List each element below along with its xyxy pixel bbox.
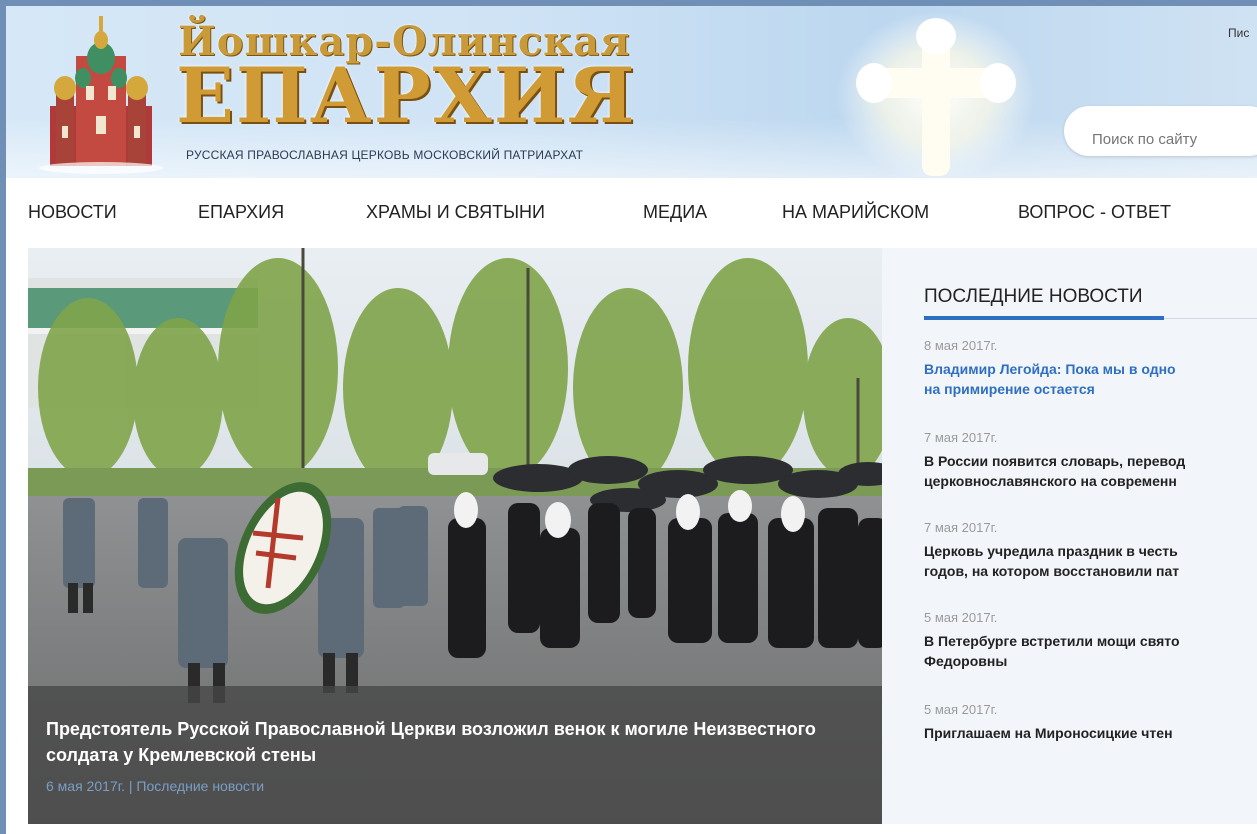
featured-caption: Предстоятель Русской Православной Церкви… — [28, 686, 882, 824]
news-title[interactable]: Владимир Легойда: Пока мы в одно на прим… — [924, 359, 1257, 399]
glowing-cross-icon — [836, 11, 1036, 178]
nav-item-diocese[interactable]: ЕПАРХИЯ — [198, 202, 284, 223]
news-date: 7 мая 2017г. — [924, 520, 998, 535]
site-header: Йошкар-Олинская ЕПАРХИЯ РУССКАЯ ПРАВОСЛА… — [6, 6, 1257, 178]
main-nav: НОВОСТИ ЕПАРХИЯ ХРАМЫ И СВЯТЫНИ МЕДИА НА… — [6, 178, 1257, 248]
nav-item-qa[interactable]: ВОПРОС - ОТВЕТ — [1018, 202, 1171, 223]
news-item[interactable]: 7 мая 2017г. Церковь учредила праздник в… — [924, 520, 1257, 581]
nav-item-mari[interactable]: НА МАРИЙСКОМ — [782, 202, 929, 223]
cathedral-logo-icon[interactable] — [36, 16, 166, 174]
nav-item-media[interactable]: МЕДИА — [643, 202, 707, 223]
top-link[interactable]: Пис — [1228, 26, 1249, 40]
news-date: 8 мая 2017г. — [924, 338, 998, 353]
news-item[interactable]: 5 мая 2017г. В Петербурге встретили мощи… — [924, 610, 1257, 671]
page: Йошкар-Олинская ЕПАРХИЯ РУССКАЯ ПРАВОСЛА… — [6, 6, 1257, 834]
news-title[interactable]: Приглашаем на Мироносицкие чтен — [924, 723, 1257, 743]
news-item[interactable]: 5 мая 2017г. Приглашаем на Мироносицкие … — [924, 702, 1257, 743]
latest-news-title: ПОСЛЕДНИЕ НОВОСТИ — [924, 286, 1143, 307]
news-title-line[interactable]: В Петербурге встретили мощи свято — [924, 631, 1257, 651]
nav-item-churches[interactable]: ХРАМЫ И СВЯТЫНИ — [366, 202, 545, 223]
news-title-line[interactable]: Федоровны — [924, 651, 1257, 671]
news-item[interactable]: 8 мая 2017г. Владимир Легойда: Пока мы в… — [924, 338, 1257, 399]
featured-title[interactable]: Предстоятель Русской Православной Церкви… — [46, 716, 846, 768]
logo-subtitle: РУССКАЯ ПРАВОСЛАВНАЯ ЦЕРКОВЬ МОСКОВСКИЙ … — [186, 148, 584, 162]
news-date: 5 мая 2017г. — [924, 702, 998, 717]
news-title[interactable]: Церковь учредила праздник в честь годов,… — [924, 541, 1257, 581]
title-underline — [924, 316, 1164, 320]
news-date: 5 мая 2017г. — [924, 610, 998, 625]
nav-item-news[interactable]: НОВОСТИ — [28, 202, 117, 223]
news-title[interactable]: В России появится словарь, перевод церко… — [924, 451, 1257, 491]
news-title-line[interactable]: церковнославянского на современн — [924, 471, 1257, 491]
meta-separator: | — [128, 778, 133, 794]
featured-date: 6 мая 2017г. — [46, 778, 125, 794]
featured-meta: 6 мая 2017г. | Последние новости — [46, 778, 882, 794]
news-title-line[interactable]: Приглашаем на Мироносицкие чтен — [924, 723, 1257, 743]
news-title-line[interactable]: на примирение остается — [924, 379, 1257, 399]
news-title-line[interactable]: годов, на котором восстановили пат — [924, 561, 1257, 581]
news-title-line[interactable]: В России появится словарь, перевод — [924, 451, 1257, 471]
logo-title-line2[interactable]: ЕПАРХИЯ — [176, 56, 637, 136]
news-title-line[interactable]: Владимир Легойда: Пока мы в одно — [924, 359, 1257, 379]
latest-news-panel: ПОСЛЕДНИЕ НОВОСТИ 8 мая 2017г. Владимир … — [882, 248, 1257, 824]
news-title-line[interactable]: Церковь учредила праздник в честь — [924, 541, 1257, 561]
featured-news[interactable]: Предстоятель Русской Православной Церкви… — [28, 248, 882, 824]
news-date: 7 мая 2017г. — [924, 430, 998, 445]
news-title[interactable]: В Петербурге встретили мощи свято Федоро… — [924, 631, 1257, 671]
news-item[interactable]: 7 мая 2017г. В России появится словарь, … — [924, 430, 1257, 491]
featured-category-link[interactable]: Последние новости — [136, 778, 264, 794]
search-input[interactable] — [1064, 106, 1257, 156]
